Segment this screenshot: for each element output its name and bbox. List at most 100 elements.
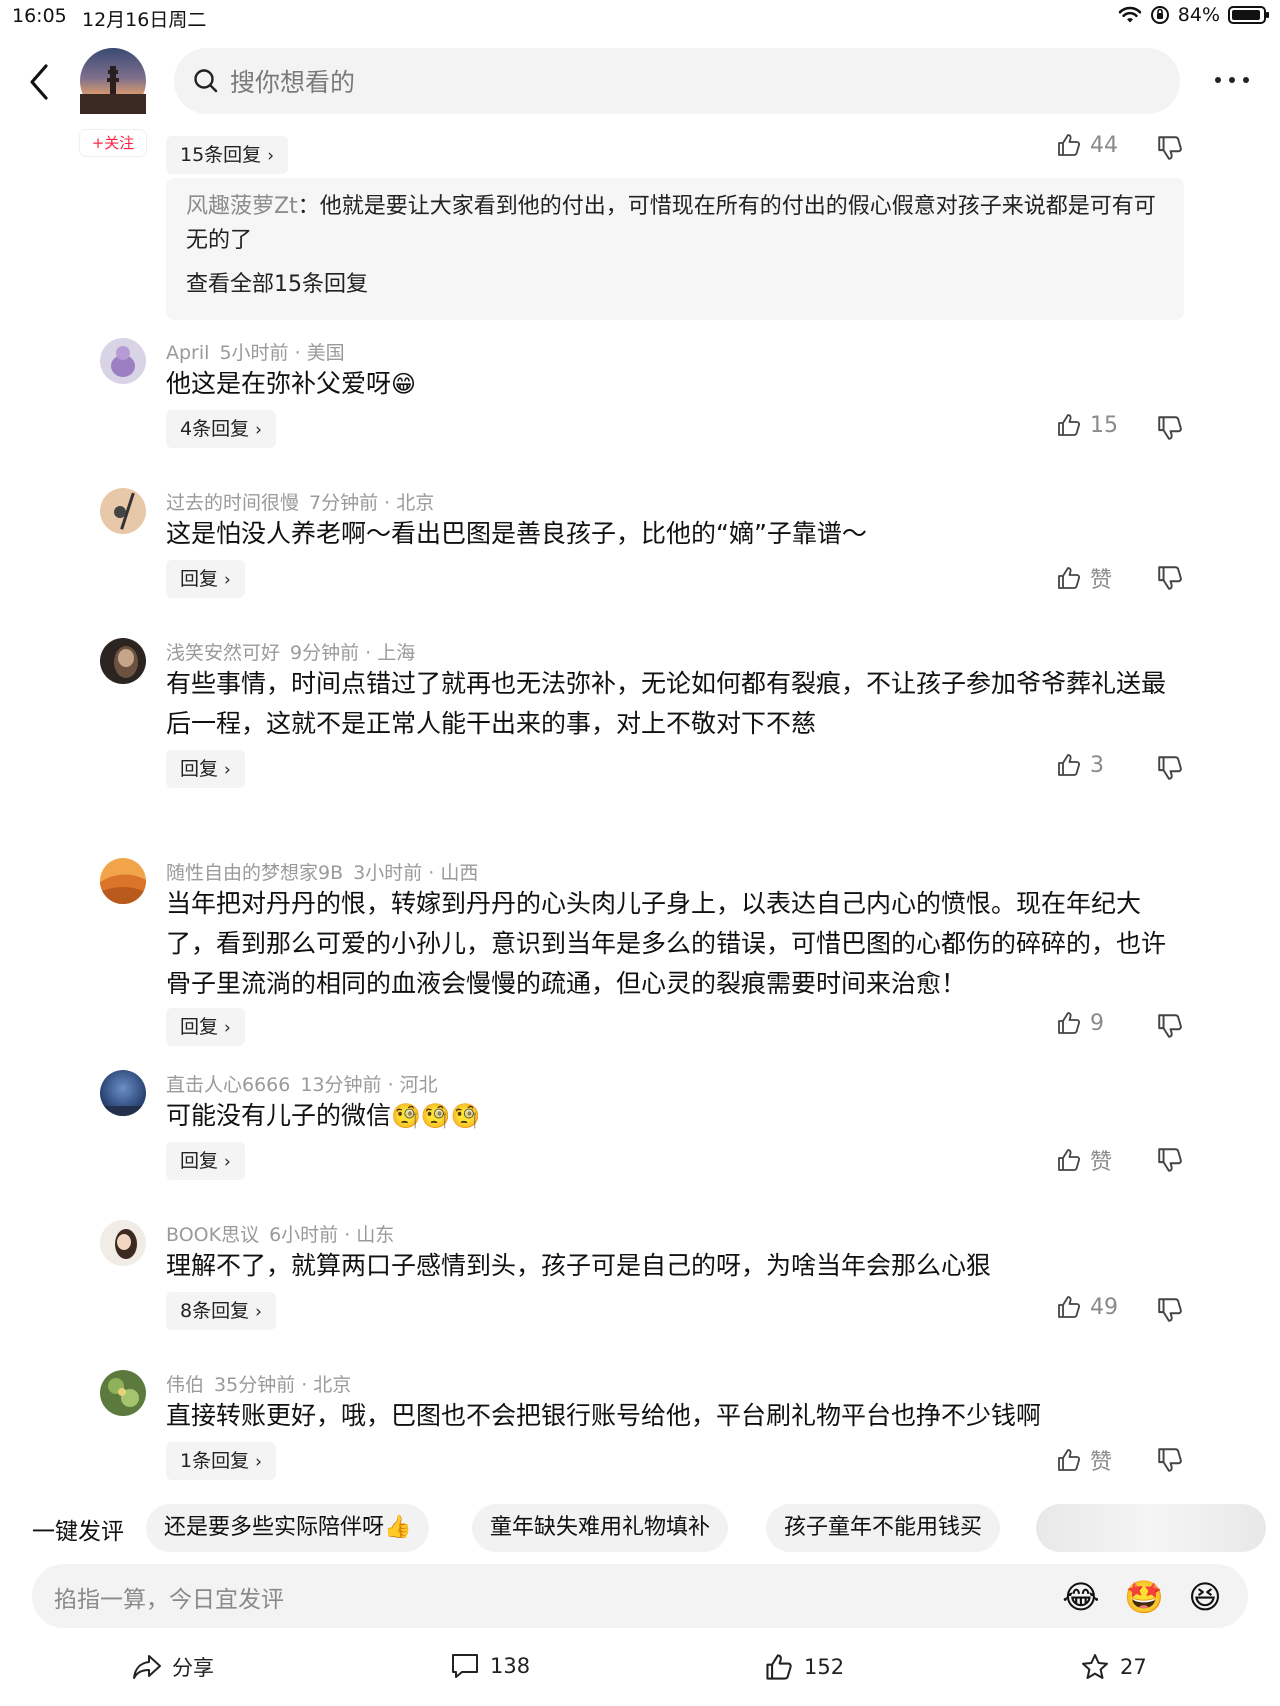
comment-list: 15条回复 › 44 风趣菠萝Zt：他就是要让大家看到他的付出，可惜现在所有的付出… bbox=[0, 130, 1280, 1488]
reply-label: 1条回复 bbox=[180, 1450, 250, 1472]
chevron-right-icon: › bbox=[255, 1452, 262, 1472]
favorite-button[interactable]: 27 bbox=[1080, 1652, 1147, 1682]
avatar[interactable] bbox=[100, 1070, 146, 1116]
comment-author[interactable]: 过去的时间很慢 bbox=[166, 492, 299, 514]
comment-author[interactable]: April bbox=[166, 342, 209, 364]
star-icon bbox=[1082, 1654, 1108, 1679]
comments-button[interactable]: 138 bbox=[450, 1652, 530, 1680]
chevron-right-icon: › bbox=[267, 146, 274, 166]
comment-input[interactable]: 掐指一算，今日宜发评 😂 🤩 😆 bbox=[32, 1564, 1248, 1628]
comment-text: 理解不了，就算两口子感情到头，孩子可是自己的呀，为啥当年会那么心狠 bbox=[166, 1251, 992, 1280]
like-count: 9 bbox=[1090, 1010, 1104, 1036]
avatar[interactable] bbox=[100, 858, 146, 904]
comment-author[interactable]: 伟伯 bbox=[166, 1374, 204, 1396]
like-button[interactable]: 44 bbox=[1056, 132, 1118, 158]
author-avatar[interactable] bbox=[80, 48, 146, 114]
comment-meta: 过去的时间很慢 7分钟前 · 北京 bbox=[166, 488, 434, 515]
sub-reply-author[interactable]: 风趣菠萝Zt bbox=[186, 194, 298, 219]
more-icon[interactable] bbox=[1212, 70, 1252, 90]
search-icon bbox=[194, 69, 218, 93]
thumbs-down-icon[interactable] bbox=[1156, 1012, 1184, 1040]
comments-count: 138 bbox=[490, 1654, 531, 1678]
comment-time: 13分钟前 · 河北 bbox=[300, 1074, 438, 1096]
comment-item: 伟伯 35分钟前 · 北京 直接转账更好，哦，巴图也不会把银行账号给他，平台刷礼物… bbox=[0, 1370, 1280, 1488]
reply-button[interactable]: 回复 › bbox=[166, 1008, 245, 1046]
comment-body: 他这是在弥补父爱呀 bbox=[166, 369, 392, 398]
comment-item: BOOK思议 6小时前 · 山东 理解不了，就算两口子感情到头，孩子可是自己的呀，… bbox=[0, 1220, 1280, 1360]
favorites-count: 27 bbox=[1120, 1655, 1147, 1679]
comment-time: 7分钟前 · 北京 bbox=[309, 492, 435, 514]
quick-comment-bar: 一键发评 还是要多些实际陪伴呀👍 童年缺失难用礼物填补 孩子童年不能用钱买 bbox=[0, 1500, 1280, 1556]
reply-label: 回复 bbox=[180, 1150, 219, 1172]
thumbs-down-icon[interactable] bbox=[1156, 134, 1184, 162]
view-replies-button[interactable]: 1条回复 › bbox=[166, 1442, 276, 1480]
comment-author[interactable]: 随性自由的梦想家9B bbox=[166, 862, 343, 884]
bottom-action-bar: 分享 138 152 27 bbox=[0, 1640, 1280, 1700]
sub-reply-sep: ： bbox=[297, 194, 320, 219]
quick-comment-chip[interactable]: 还是要多些实际陪伴呀👍 bbox=[146, 1504, 430, 1552]
like-button[interactable]: 9 bbox=[1056, 1010, 1104, 1036]
thumbs-up-icon bbox=[1058, 414, 1081, 436]
comment-author[interactable]: 直击人心6666 bbox=[166, 1074, 290, 1096]
comment-item: 随性自由的梦想家9B 3小时前 · 山西 当年把对丹丹的恨，转嫁到丹丹的心头肉儿子… bbox=[0, 858, 1280, 1068]
view-replies-button[interactable]: 4条回复 › bbox=[166, 410, 276, 448]
avatar[interactable] bbox=[100, 1220, 146, 1266]
chevron-right-icon: › bbox=[224, 1152, 231, 1172]
reply-button[interactable]: 回复 › bbox=[166, 1142, 245, 1180]
like-count: 15 bbox=[1090, 412, 1118, 438]
thumbs-down-icon[interactable] bbox=[1156, 1146, 1184, 1174]
thumbs-down-icon[interactable] bbox=[1156, 1296, 1184, 1324]
avatar[interactable] bbox=[100, 488, 146, 534]
thumbs-up-icon bbox=[1058, 1296, 1081, 1318]
thumbs-down-icon[interactable] bbox=[1156, 754, 1184, 782]
view-all-replies-link[interactable]: 查看全部15条回复 bbox=[186, 266, 368, 298]
view-replies-button[interactable]: 8条回复 › bbox=[166, 1292, 276, 1330]
thumbs-down-icon[interactable] bbox=[1156, 1446, 1184, 1474]
thumbs-up-icon bbox=[1058, 754, 1081, 776]
thumbs-down-icon[interactable] bbox=[1156, 564, 1184, 592]
like-button[interactable]: 赞 bbox=[1056, 1444, 1112, 1476]
reply-button[interactable]: 回复 › bbox=[166, 560, 245, 598]
laugh-emoji-button[interactable]: 😂 bbox=[1062, 1578, 1100, 1616]
comment-meta: April 5小时前 · 美国 bbox=[166, 338, 345, 365]
comment-meta: BOOK思议 6小时前 · 山东 bbox=[166, 1220, 394, 1247]
comment-item: 直击人心6666 13分钟前 · 河北 可能没有儿子的微信🧐🧐🧐 回复 › 赞 bbox=[0, 1070, 1280, 1210]
search-input[interactable]: 搜你想看的 bbox=[174, 48, 1180, 114]
view-replies-button[interactable]: 15条回复 › bbox=[166, 136, 288, 174]
quick-comment-chip-partial[interactable] bbox=[1036, 1504, 1266, 1552]
share-button[interactable]: 分享 bbox=[132, 1652, 214, 1682]
sub-reply-text: 他就是要让大家看到他的付出，可惜现在所有的付出的假心假意对孩子来说都是可有可无的… bbox=[186, 194, 1156, 253]
avatar[interactable] bbox=[100, 1370, 146, 1416]
comment-author[interactable]: 浅笑安然可好 bbox=[166, 642, 280, 664]
back-arrow-icon[interactable] bbox=[22, 60, 58, 104]
quick-comment-chip[interactable]: 孩子童年不能用钱买 bbox=[766, 1504, 1001, 1552]
comment-time: 35分钟前 · 北京 bbox=[214, 1374, 352, 1396]
chevron-right-icon: › bbox=[224, 760, 231, 780]
avatar[interactable] bbox=[100, 338, 146, 384]
like-button[interactable]: 49 bbox=[1056, 1294, 1118, 1320]
star-eyes-emoji-button[interactable]: 🤩 bbox=[1124, 1578, 1164, 1616]
comment-meta: 浅笑安然可好 9分钟前 · 上海 bbox=[166, 638, 415, 665]
grin-emoji-button[interactable]: 😆 bbox=[1186, 1578, 1224, 1616]
comment-time: 5小时前 · 美国 bbox=[219, 342, 345, 364]
reply-count-label: 15条回复 bbox=[180, 144, 262, 166]
sub-reply-preview[interactable]: 风趣菠萝Zt：他就是要让大家看到他的付出，可惜现在所有的付出的假心假意对孩子来说… bbox=[166, 178, 1184, 320]
status-bar: 16:05 12月16日周二 84% bbox=[0, 0, 1280, 34]
like-count: 44 bbox=[1090, 132, 1118, 158]
status-time: 16:05 bbox=[12, 5, 67, 27]
like-button[interactable]: 3 bbox=[1056, 752, 1104, 778]
like-button[interactable]: 15 bbox=[1056, 412, 1118, 438]
comment-icon bbox=[452, 1654, 478, 1678]
like-post-button[interactable]: 152 bbox=[764, 1652, 844, 1682]
comment-author[interactable]: BOOK思议 bbox=[166, 1224, 259, 1246]
like-button[interactable]: 赞 bbox=[1056, 562, 1112, 594]
comment-time: 9分钟前 · 上海 bbox=[290, 642, 416, 664]
comment-meta: 直击人心6666 13分钟前 · 河北 bbox=[166, 1070, 438, 1097]
thumbs-up-icon bbox=[1058, 1449, 1081, 1471]
quick-comment-chip[interactable]: 童年缺失难用礼物填补 bbox=[472, 1504, 729, 1552]
avatar[interactable] bbox=[100, 638, 146, 684]
battery-percent: 84% bbox=[1177, 4, 1220, 26]
reply-button[interactable]: 回复 › bbox=[166, 750, 245, 788]
thumbs-down-icon[interactable] bbox=[1156, 414, 1184, 442]
like-button[interactable]: 赞 bbox=[1056, 1144, 1112, 1176]
